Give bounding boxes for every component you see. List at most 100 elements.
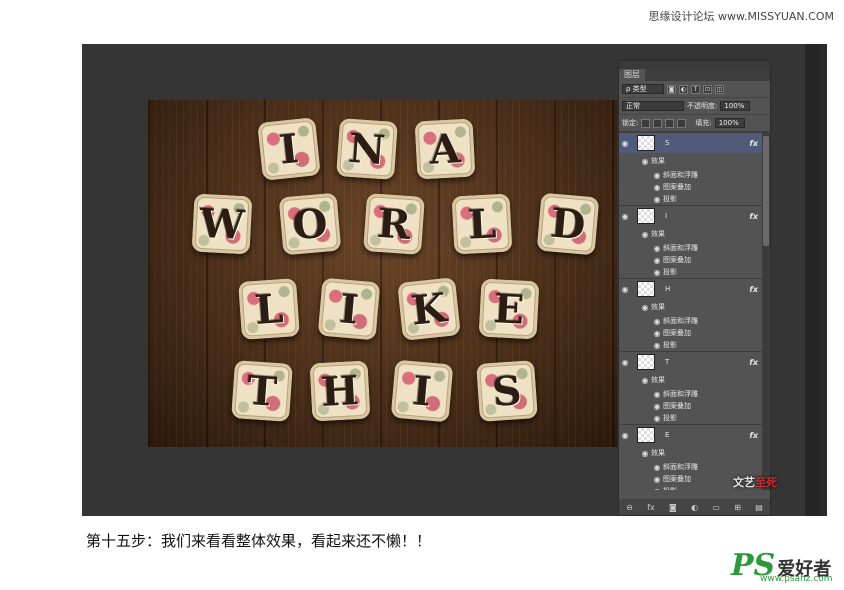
right-edge [820,44,827,516]
lock-brush-icon[interactable] [653,118,663,128]
eye-icon[interactable]: ◉ [639,230,651,239]
blend-row: 正常 不透明度: 100% [619,98,770,115]
eye-icon[interactable]: ◉ [651,390,663,399]
document-canvas[interactable]: INAWORLDLIKETHIS [148,100,618,447]
eye-icon[interactable]: ◉ [651,244,663,253]
effect-row[interactable]: ◉投影 [619,339,762,351]
fx-icon[interactable]: fx [749,358,758,367]
effects-label: 效果 [651,157,665,165]
new-group-icon[interactable]: ▭ [712,503,720,512]
filter-label: ρ 类型 [626,85,647,93]
layer-row[interactable]: ◉ Ifx [619,205,762,226]
tab-layers[interactable]: 图层 [619,69,645,81]
fx-icon[interactable]: fx [749,139,758,148]
effect-row[interactable]: ◉ 图案叠加 [619,181,762,193]
effect-row[interactable]: ◉ 图案叠加 [619,327,762,339]
eye-icon[interactable]: ◉ [639,157,651,166]
eye-icon[interactable]: ◉ [651,414,663,423]
layer-scrollbar[interactable] [762,132,770,490]
letter-tile: T [231,360,293,422]
eye-icon[interactable]: ◉ [651,195,663,204]
filter-text-icon[interactable]: T [691,84,700,94]
effect-name: 斜面和浮雕 [663,390,698,398]
effects-row[interactable]: ◉ 效果 [619,153,762,169]
tile-letter: K [409,283,449,335]
eye-icon[interactable]: ◉ [651,475,663,484]
eye-icon[interactable]: ◉ [651,463,663,472]
effect-name: 斜面和浮雕 [663,463,698,471]
filter-image-icon[interactable]: ◙ [667,84,676,94]
eye-icon[interactable]: ◉ [639,449,651,458]
fx-icon[interactable]: fx [749,431,758,440]
filter-adjustment-icon[interactable]: ◐ [679,84,688,94]
eye-icon[interactable]: ◉ [619,139,631,148]
effect-name: 斜面和浮雕 [663,317,698,325]
filter-smart-icon[interactable]: ◫ [715,84,724,94]
effect-row[interactable]: ◉投影 [619,193,762,205]
effect-row[interactable]: ◉ 斜面和浮雕 [619,461,762,473]
layer-row[interactable]: ◉ Efx [619,424,762,445]
fill-input[interactable]: 100% [714,118,745,128]
eye-icon[interactable]: ◉ [619,358,631,367]
opacity-input[interactable]: 100% [720,101,751,111]
eye-icon[interactable]: ◉ [651,171,663,180]
eye-icon[interactable]: ◉ [639,303,651,312]
layer-row[interactable]: ◉ Hfx [619,278,762,299]
filter-select[interactable]: ρ 类型 [622,84,664,94]
eye-icon[interactable]: ◉ [651,183,663,192]
effects-row[interactable]: ◉ 效果 [619,372,762,388]
fx-icon[interactable]: fx [749,212,758,221]
layer-name: S [665,139,670,147]
adjustment-layer-icon[interactable]: ◐ [691,503,698,512]
effect-name: 投影 [663,414,677,422]
fx-icon[interactable]: fx [749,285,758,294]
panel-titlebar[interactable] [619,61,770,69]
add-style-icon[interactable]: fx [647,503,655,512]
layer-thumbnail [637,281,655,297]
effects-row[interactable]: ◉ 效果 [619,445,762,461]
effect-row[interactable]: ◉投影 [619,412,762,424]
effect-row[interactable]: ◉ 斜面和浮雕 [619,242,762,254]
eye-icon[interactable]: ◉ [619,431,631,440]
add-mask-icon[interactable]: ◙ [669,503,677,512]
effect-name: 投影 [663,341,677,349]
effects-row[interactable]: ◉ 效果 [619,299,762,315]
lock-pixels-icon[interactable] [641,118,651,128]
eye-icon[interactable]: ◉ [651,402,663,411]
effect-name: 图案叠加 [663,183,691,191]
effect-row[interactable]: ◉ 斜面和浮雕 [619,169,762,181]
layer-row[interactable]: ◉ Tfx [619,351,762,372]
effect-row[interactable]: ◉ 斜面和浮雕 [619,315,762,327]
panel-tabbar: 图层 [619,69,770,81]
link-layers-icon[interactable]: ⊖ [626,503,633,512]
eye-icon[interactable]: ◉ [619,285,631,294]
tile-letter: E [492,284,526,334]
new-layer-icon[interactable]: ⊞ [734,503,741,512]
eye-icon[interactable]: ◉ [639,376,651,385]
lock-move-icon[interactable] [665,118,675,128]
effect-row[interactable]: ◉ 图案叠加 [619,400,762,412]
effects-row[interactable]: ◉ 效果 [619,226,762,242]
eye-icon[interactable]: ◉ [651,487,663,491]
effects-label: 效果 [651,449,665,457]
layer-row[interactable]: ◉ Sfx [619,132,762,153]
blend-mode-select[interactable]: 正常 [622,101,684,111]
eye-icon[interactable]: ◉ [651,317,663,326]
eye-icon[interactable]: ◉ [651,256,663,265]
delete-layer-icon[interactable]: ▤ [755,503,763,512]
eye-icon[interactable]: ◉ [651,341,663,350]
eye-icon[interactable]: ◉ [651,268,663,277]
lock-row: 锁定: 填充: 100% [619,115,770,132]
filter-shape-icon[interactable]: ⊡ [703,84,712,94]
effect-row[interactable]: ◉投影 [619,266,762,278]
effect-row[interactable]: ◉ 图案叠加 [619,254,762,266]
eye-icon[interactable]: ◉ [651,329,663,338]
lock-label: 锁定: [622,119,639,127]
tile-letter: T [245,366,279,416]
scrollbar-thumb[interactable] [763,136,769,246]
effect-row[interactable]: ◉ 斜面和浮雕 [619,388,762,400]
layer-thumbnail [637,135,655,151]
letter-tile: S [476,360,538,422]
eye-icon[interactable]: ◉ [619,212,631,221]
lock-all-icon[interactable] [677,118,687,128]
